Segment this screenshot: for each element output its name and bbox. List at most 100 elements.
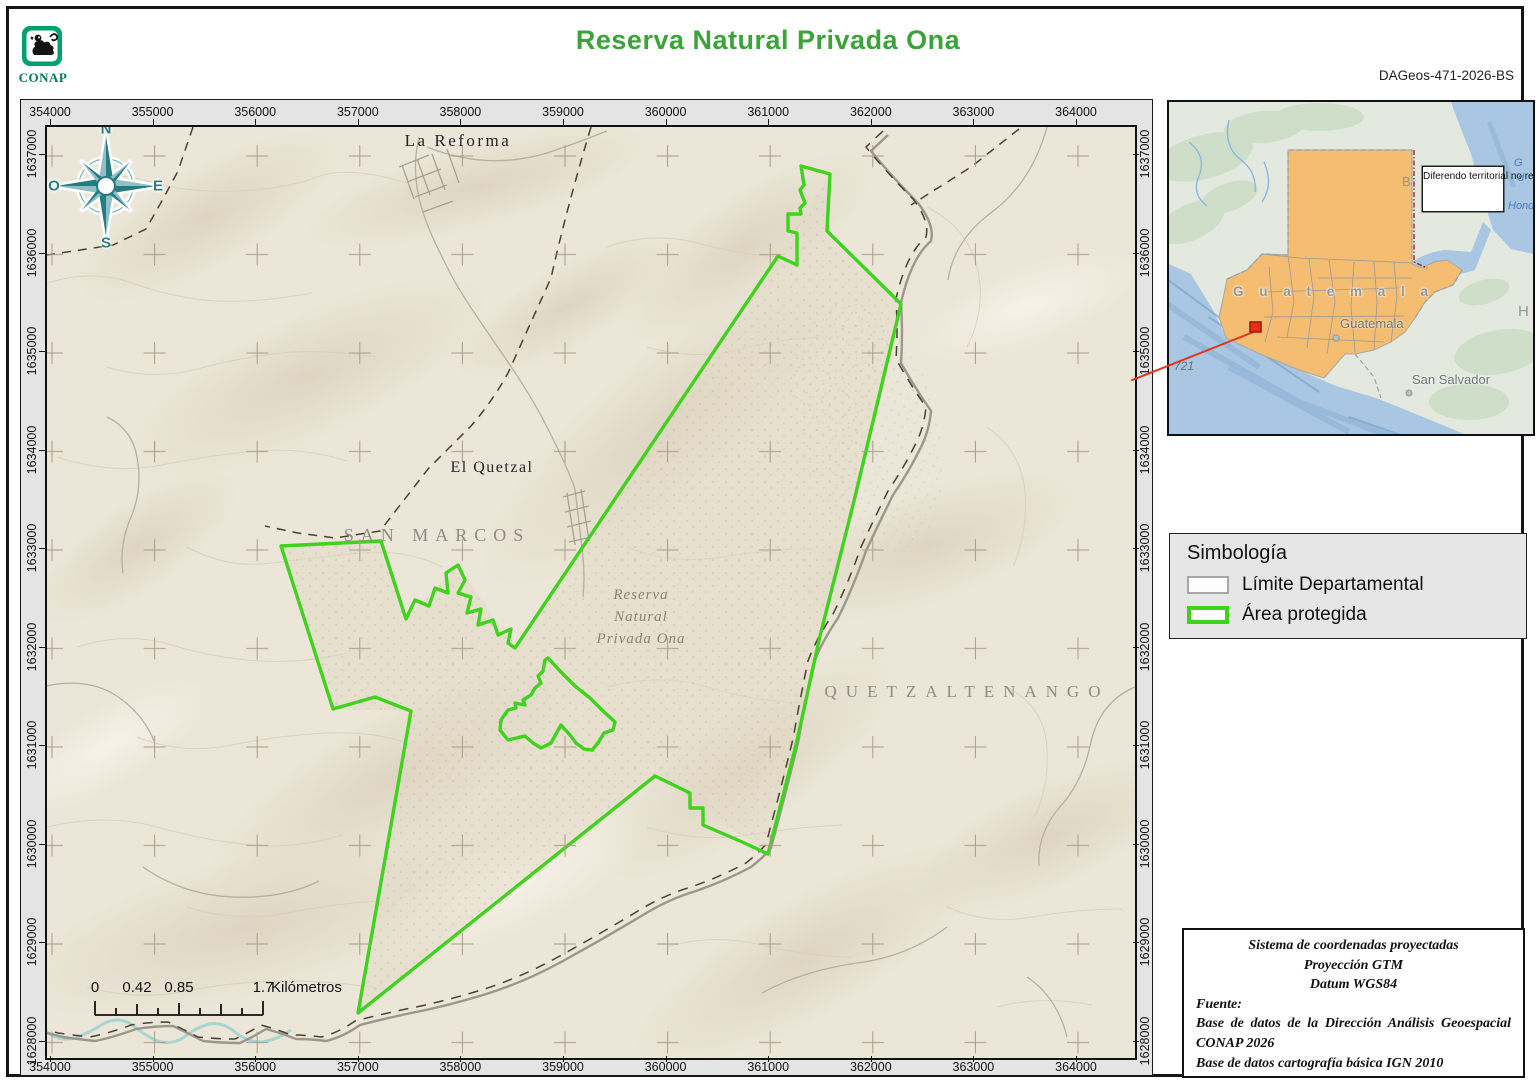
axis-label: 360000 bbox=[645, 105, 687, 119]
compass-rose-icon: N E S O bbox=[45, 125, 167, 253]
axis-tick bbox=[768, 1056, 769, 1062]
axis-label: 356000 bbox=[234, 1060, 276, 1074]
compass-east-label: E bbox=[153, 178, 163, 195]
page-title: Reserva Natural Privada Ona bbox=[0, 25, 1536, 56]
axis-label: 1634000 bbox=[1138, 425, 1152, 474]
axis-tick bbox=[460, 119, 461, 125]
reserve-name-line3: Privada Ona bbox=[571, 629, 711, 651]
scale-tick-label: 0.42 bbox=[122, 979, 151, 996]
axis-tick bbox=[973, 119, 974, 125]
axis-label: 1637000 bbox=[1138, 130, 1152, 179]
axis-tick bbox=[153, 119, 154, 125]
department-label-san-marcos: SAN MARCOS bbox=[337, 525, 537, 546]
axis-tick bbox=[1133, 351, 1139, 352]
axis-label: 1634000 bbox=[25, 425, 39, 474]
projection-line: Proyección GTM bbox=[1196, 956, 1511, 976]
inset-capital-label: Guatemala bbox=[1340, 316, 1404, 331]
legend: Simbología Límite Departamental Área pro… bbox=[1169, 533, 1527, 639]
axis-label: 360000 bbox=[645, 1060, 687, 1074]
axis-tick bbox=[39, 1041, 45, 1042]
axis-tick bbox=[871, 119, 872, 125]
axis-tick bbox=[1133, 942, 1139, 943]
axis-label: 1631000 bbox=[1138, 721, 1152, 770]
map-canvas: N E S O La Reforma El Quetzal SAN MARCOS… bbox=[45, 125, 1137, 1060]
legend-item-label: Límite Departamental bbox=[1242, 574, 1424, 596]
axis-label: 355000 bbox=[132, 1060, 174, 1074]
compass-west-label: O bbox=[48, 178, 60, 195]
inset-country-label: G u a t e m a l a bbox=[1233, 284, 1434, 299]
axis-label: 1630000 bbox=[1138, 819, 1152, 868]
source-line-2: Base de datos cartografía básica IGN 201… bbox=[1196, 1054, 1511, 1074]
inset-gulf-label-part: G bbox=[1514, 157, 1523, 169]
inset-san-salvador-label: San Salvador bbox=[1412, 372, 1490, 387]
axis-tick bbox=[255, 119, 256, 125]
axis-tick bbox=[39, 154, 45, 155]
inset-city-dot-guatemala bbox=[1333, 335, 1339, 341]
axis-tick bbox=[768, 119, 769, 125]
axis-tick bbox=[1076, 1056, 1077, 1062]
axis-label: 357000 bbox=[337, 105, 379, 119]
inset-city-dot-san-salvador bbox=[1406, 390, 1412, 396]
axis-label: 358000 bbox=[440, 1060, 482, 1074]
axis-tick bbox=[1133, 548, 1139, 549]
axis-tick bbox=[39, 942, 45, 943]
reserve-name-label: Reserva Natural Privada Ona bbox=[571, 585, 711, 650]
axis-tick bbox=[153, 1056, 154, 1062]
axis-label: 364000 bbox=[1055, 105, 1097, 119]
axis-tick bbox=[1133, 745, 1139, 746]
axis-tick bbox=[1133, 647, 1139, 648]
axis-label: 1632000 bbox=[25, 622, 39, 671]
datum-line: Datum WGS84 bbox=[1196, 975, 1511, 995]
axis-tick bbox=[358, 1056, 359, 1062]
inset-belize-partial-label: B bbox=[1402, 174, 1411, 189]
axis-label: 1630000 bbox=[25, 819, 39, 868]
reserve-name-line2: Natural bbox=[571, 607, 711, 629]
axis-tick bbox=[255, 1056, 256, 1062]
axis-tick bbox=[1076, 119, 1077, 125]
legend-item-label: Área protegida bbox=[1242, 604, 1367, 626]
axis-label: 1635000 bbox=[25, 327, 39, 376]
source-info-box: Sistema de coordenadas proyectadas Proye… bbox=[1182, 928, 1525, 1078]
compass-north-label: N bbox=[101, 125, 112, 138]
axis-tick bbox=[1133, 1041, 1139, 1042]
axis-label: 357000 bbox=[337, 1060, 379, 1074]
axis-tick bbox=[50, 119, 51, 125]
town-label-la-reforma: La Reforma bbox=[388, 131, 528, 151]
axis-tick bbox=[39, 253, 45, 254]
axis-tick bbox=[39, 647, 45, 648]
axis-label: 356000 bbox=[234, 105, 276, 119]
axis-tick bbox=[39, 548, 45, 549]
axis-label: 362000 bbox=[850, 105, 892, 119]
inset-honduras-partial-label: H o bbox=[1518, 303, 1535, 320]
map-frame: N E S O La Reforma El Quetzal SAN MARCOS… bbox=[20, 99, 1153, 1076]
document-code: DAGeos-471-2026-BS bbox=[1379, 68, 1514, 83]
axis-label: 1636000 bbox=[25, 228, 39, 277]
source-heading: Fuente: bbox=[1196, 995, 1511, 1015]
axis-tick bbox=[666, 119, 667, 125]
crs-line: Sistema de coordenadas proyectadas bbox=[1196, 936, 1511, 956]
axis-tick bbox=[666, 1056, 667, 1062]
axis-label: 1631000 bbox=[25, 721, 39, 770]
axis-tick bbox=[1133, 450, 1139, 451]
scale-bar: 0 0.42 0.85 1.7 Kilómetros bbox=[85, 979, 405, 1031]
axis-tick bbox=[39, 450, 45, 451]
axis-label: 363000 bbox=[953, 1060, 995, 1074]
axis-label: 1628000 bbox=[1138, 1016, 1152, 1065]
axis-tick bbox=[39, 351, 45, 352]
axis-label: 1632000 bbox=[1138, 622, 1152, 671]
axis-tick bbox=[50, 1056, 51, 1062]
axis-label: 361000 bbox=[747, 1060, 789, 1074]
axis-label: 354000 bbox=[29, 105, 71, 119]
conap-wordmark: CONAP bbox=[14, 70, 72, 86]
legend-title: Simbología bbox=[1187, 542, 1287, 565]
axis-label: 359000 bbox=[542, 1060, 584, 1074]
axis-label: 364000 bbox=[1055, 1060, 1097, 1074]
axis-label: 1636000 bbox=[1138, 228, 1152, 277]
axis-tick bbox=[871, 1056, 872, 1062]
inset-depth-label: 721 bbox=[1174, 359, 1194, 373]
axis-label: 355000 bbox=[132, 105, 174, 119]
axis-label: 1633000 bbox=[1138, 524, 1152, 573]
axis-tick bbox=[1133, 154, 1139, 155]
axis-tick bbox=[563, 1056, 564, 1062]
axis-label: 359000 bbox=[542, 105, 584, 119]
